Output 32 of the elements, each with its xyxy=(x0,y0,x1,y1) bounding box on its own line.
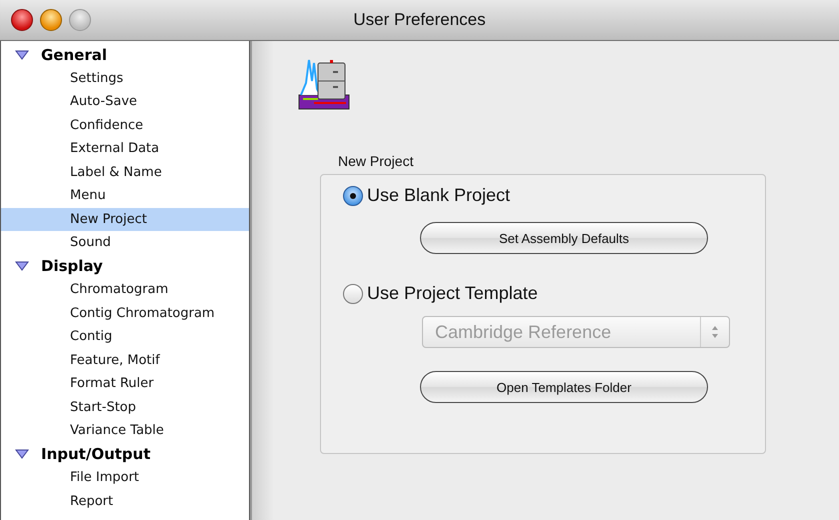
sidebar-item[interactable]: Sound xyxy=(1,231,249,254)
template-dropdown: Cambridge Reference xyxy=(422,316,730,348)
sidebar-group[interactable]: General xyxy=(1,43,249,66)
sidebar-item[interactable]: Chromatogram xyxy=(1,278,249,302)
disclosure-triangle-icon[interactable] xyxy=(15,449,29,460)
push-button[interactable]: Set Assembly Defaults xyxy=(420,222,708,254)
radio-option[interactable]: Use Blank Project xyxy=(343,185,510,206)
sidebar-group[interactable]: Display xyxy=(1,254,249,278)
sidebar-item[interactable]: Start-Stop xyxy=(1,396,249,419)
sidebar-item[interactable]: Report xyxy=(1,490,249,513)
window-title: User Preferences xyxy=(353,10,486,30)
radio-option[interactable]: Use Project Template xyxy=(343,283,538,304)
disclosure-triangle-icon[interactable] xyxy=(15,261,29,272)
sidebar-item[interactable]: Settings xyxy=(1,66,249,90)
sidebar-item[interactable]: New Project xyxy=(1,208,249,231)
sidebar-item[interactable]: Contig xyxy=(1,325,249,348)
sidebar-item[interactable]: Feature, Motif xyxy=(1,348,249,372)
sidebar-item[interactable]: File Import xyxy=(1,466,249,490)
sidebar-item[interactable]: Label & Name xyxy=(1,160,249,184)
sidebar-item[interactable]: Menu xyxy=(1,184,249,208)
group-title: New Project xyxy=(338,153,414,169)
sidebar-group[interactable]: Input/Output xyxy=(1,442,249,466)
sidebar-item[interactable]: Contig Chromatogram xyxy=(1,302,249,325)
push-button[interactable]: Open Templates Folder xyxy=(420,371,708,403)
sidebar-item[interactable]: Auto-Save xyxy=(1,90,249,114)
sidebar-item[interactable]: Format Ruler xyxy=(1,372,249,396)
minimize-button[interactable] xyxy=(40,9,62,31)
sidebar-item[interactable]: Variance Table xyxy=(1,419,249,442)
sidebar-item[interactable]: External Data xyxy=(1,137,249,160)
sidebar-item[interactable]: Confidence xyxy=(1,114,249,137)
close-button[interactable] xyxy=(11,9,33,31)
disclosure-triangle-icon[interactable] xyxy=(15,50,29,60)
